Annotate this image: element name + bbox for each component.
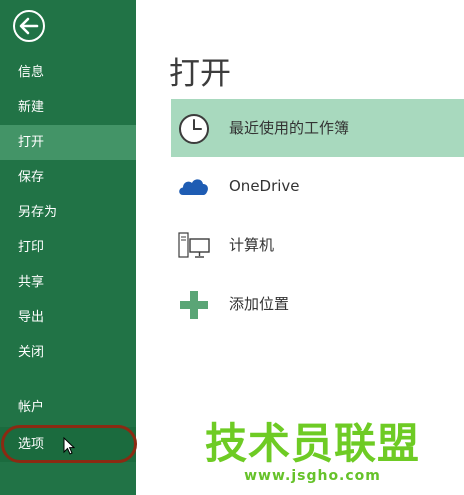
nav-item-save-as[interactable]: 另存为 xyxy=(0,195,136,230)
location-add-place[interactable]: 添加位置 xyxy=(171,275,464,333)
backstage-sidebar: 信息 新建 打开 保存 另存为 打印 共享 导出 关闭 帐户 选项 xyxy=(0,0,137,495)
mouse-cursor-icon xyxy=(63,437,75,455)
clock-icon xyxy=(179,114,209,144)
back-arrow-icon[interactable] xyxy=(12,9,46,43)
location-label: 计算机 xyxy=(229,236,275,254)
location-label: OneDrive xyxy=(229,177,300,195)
nav-item-print[interactable]: 打印 xyxy=(0,230,136,265)
location-computer[interactable]: 计算机 xyxy=(171,216,464,274)
computer-icon xyxy=(178,232,210,258)
page-title: 打开 xyxy=(169,56,231,92)
nav-item-open[interactable]: 打开 xyxy=(0,125,136,160)
nav-item-export[interactable]: 导出 xyxy=(0,300,136,335)
watermark-title: 技术员联盟 xyxy=(204,419,420,468)
plus-icon xyxy=(180,291,208,319)
nav-item-save[interactable]: 保存 xyxy=(0,160,136,195)
watermark-url: www.jsgho.com xyxy=(244,468,381,484)
location-recent-workbooks[interactable]: 最近使用的工作簿 xyxy=(171,99,464,157)
location-label: 添加位置 xyxy=(229,295,290,313)
cloud-icon xyxy=(179,179,208,195)
nav-item-close[interactable]: 关闭 xyxy=(0,335,136,370)
nav-item-account[interactable]: 帐户 xyxy=(0,390,136,425)
nav-item-info[interactable]: 信息 xyxy=(0,55,136,90)
nav-item-share[interactable]: 共享 xyxy=(0,265,136,300)
watermark: 技术员联盟 www.jsgho.com xyxy=(204,419,420,485)
nav-item-new[interactable]: 新建 xyxy=(0,90,136,125)
location-onedrive[interactable]: OneDrive xyxy=(171,157,464,215)
location-label: 最近使用的工作簿 xyxy=(229,119,350,137)
